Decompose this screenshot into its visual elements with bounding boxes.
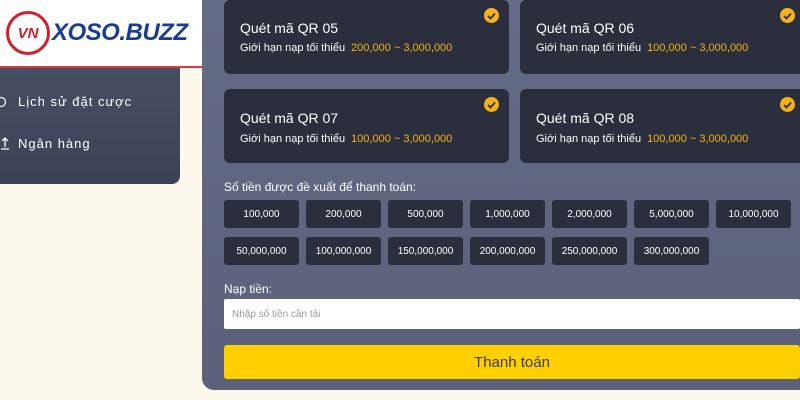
check-icon <box>484 8 499 23</box>
limit-range: 100,000 ~ 3,000,000 <box>647 133 749 145</box>
qr-card[interactable]: Quét mã QR 07 Giới hạn nạp tối thiểu 100,… <box>224 89 509 163</box>
site-logo[interactable]: VN XOSO.BUZZ <box>0 0 224 68</box>
qr-card[interactable]: Quét mã QR 06 Giới hạn nạp tối thiểu 100,… <box>520 0 800 74</box>
qr-card-title: Quét mã QR 05 <box>240 20 339 36</box>
qr-card-limit: Giới hạn nạp tối thiểu 200,000 ~ 3,000,00… <box>240 42 452 54</box>
limit-range: 200,000 ~ 3,000,000 <box>351 42 453 54</box>
qr-card-title: Quét mã QR 07 <box>240 110 339 126</box>
qr-card[interactable]: Quét mã QR 08 Giới hạn nạp tối thiểu 100,… <box>520 89 800 163</box>
sidebar-item-label: Ngân hàng <box>18 136 91 151</box>
limit-label: Giới hạn nạp tối thiểu <box>240 42 346 54</box>
limit-label: Giới hạn nạp tối thiểu <box>536 133 642 145</box>
qr-card-title: Quét mã QR 08 <box>536 110 635 126</box>
amount-button[interactable]: 200,000,000 <box>470 237 545 265</box>
qr-card-limit: Giới hạn nạp tối thiểu 100,000 ~ 3,000,00… <box>536 133 748 145</box>
sidebar-item-bank[interactable]: Ngân hàng <box>0 136 91 151</box>
bank-icon <box>0 136 10 151</box>
sidebar-item-bet-history[interactable]: Lịch sử đặt cược <box>0 94 132 109</box>
limit-range: 100,000 ~ 3,000,000 <box>351 133 453 145</box>
qr-card-limit: Giới hạn nạp tối thiểu 100,000 ~ 3,000,00… <box>536 42 748 54</box>
qr-card-limit: Giới hạn nạp tối thiểu 100,000 ~ 3,000,00… <box>240 133 452 145</box>
sidebar-item-label: Lịch sử đặt cược <box>18 94 133 109</box>
qr-card-title: Quét mã QR 06 <box>536 20 635 36</box>
clock-icon <box>0 95 10 109</box>
amount-button[interactable]: 10,000,000 <box>716 200 791 228</box>
deposit-label: Nạp tiền: <box>224 282 273 296</box>
amount-button[interactable]: 100,000 <box>224 200 299 228</box>
amount-button[interactable]: 50,000,000 <box>224 237 299 265</box>
limit-label: Giới hạn nạp tối thiểu <box>240 133 346 145</box>
deposit-amount-input[interactable] <box>224 299 800 329</box>
amount-button[interactable]: 300,000,000 <box>634 237 709 265</box>
amount-button[interactable]: 100,000,000 <box>306 237 381 265</box>
amount-button[interactable]: 5,000,000 <box>634 200 709 228</box>
amount-button[interactable]: 500,000 <box>388 200 463 228</box>
amount-button[interactable]: 200,000 <box>306 200 381 228</box>
check-icon <box>484 97 499 112</box>
limit-label: Giới hạn nạp tối thiểu <box>536 42 642 54</box>
amount-button[interactable]: 2,000,000 <box>552 200 627 228</box>
limit-range: 100,000 ~ 3,000,000 <box>647 42 749 54</box>
amount-button[interactable]: 1,000,000 <box>470 200 545 228</box>
amount-button[interactable]: 250,000,000 <box>552 237 627 265</box>
suggested-amounts-label: Số tiền được đề xuất để thanh toán: <box>224 180 417 194</box>
logo-mark: VN <box>6 11 50 55</box>
check-icon <box>780 8 795 23</box>
pay-button[interactable]: Thanh toán <box>224 345 800 379</box>
qr-card[interactable]: Quét mã QR 05 Giới hạn nạp tối thiểu 200,… <box>224 0 509 74</box>
amount-button[interactable]: 150,000,000 <box>388 237 463 265</box>
logo-text: XOSO.BUZZ <box>52 19 188 46</box>
check-icon <box>780 97 795 112</box>
